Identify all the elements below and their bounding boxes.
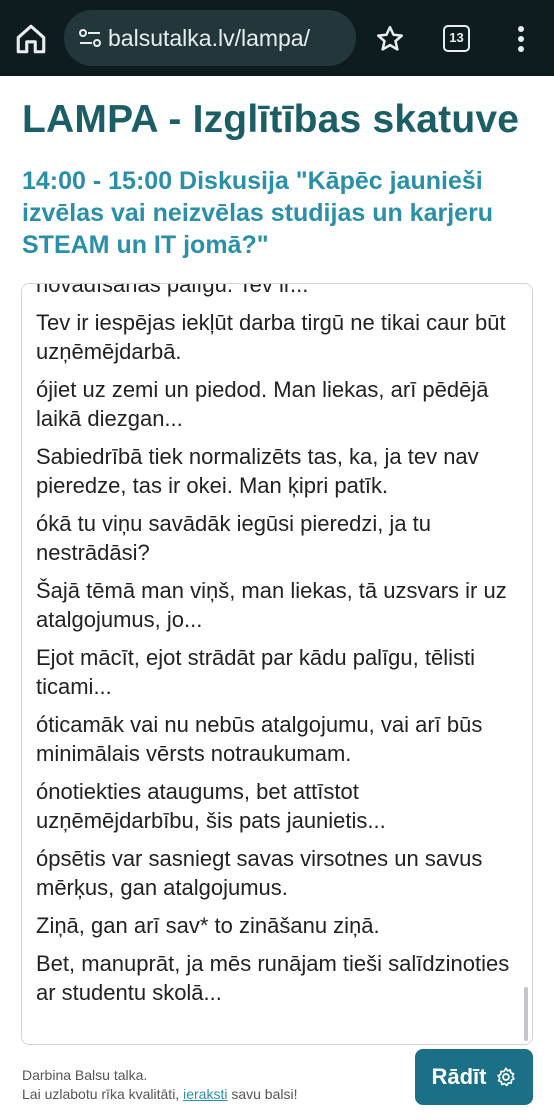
transcript-scrollbar[interactable] [524, 987, 528, 1041]
transcript-line: Tev ir iespējas iekļūt darba tirgū ne ti… [36, 310, 506, 364]
transcript-line: Sabiedrībā tiek normalizēts tas, ka, ja … [36, 444, 479, 498]
browser-toolbar: balsutalka.lv/lampa/ 13 [0, 0, 554, 76]
transcript-line: Ejot mācīt, ejot strādāt par kādu palīgu… [36, 645, 476, 699]
transcript-panel[interactable]: novadīšanas palīgu. Tev ir... Tev ir ies… [21, 283, 533, 1045]
transcript-line: Bet, manuprāt, ja mēs runājam tieši salī… [36, 951, 510, 1005]
transcript-lines: novadīšanas palīgu. Tev ir... Tev ir ies… [36, 283, 520, 1016]
transcript-line: novadīšanas palīgu. Tev ir... [36, 283, 309, 297]
tab-switcher-button[interactable]: 13 [443, 25, 470, 52]
show-button[interactable]: Rādīt [415, 1049, 533, 1105]
transcript-line: ójiet uz zemi un piedod. Man liekas, arī… [36, 377, 489, 431]
transcript-line: ópsētis var sasniegt savas virsotnes un … [36, 846, 483, 900]
footer-prefix: Lai uzlabotu rīka kvalitāti, [22, 1086, 184, 1102]
session-heading: 14:00 - 15:00 Diskusija "Kāpēc jaunieši … [22, 167, 494, 259]
home-icon[interactable] [14, 22, 48, 56]
url-text[interactable]: balsutalka.lv/lampa/ [108, 25, 310, 52]
bookmark-star-icon[interactable] [375, 24, 405, 54]
footer-suffix: savu balsi! [227, 1086, 298, 1102]
record-link[interactable]: ieraksti [183, 1086, 227, 1102]
footer-contribute: Lai uzlabotu rīka kvalitāti, ieraksti sa… [22, 1085, 298, 1104]
transcript-line: Ziņā, gan arī sav* to zināšanu ziņā. [36, 913, 380, 938]
more-menu-icon[interactable] [509, 22, 533, 56]
address-bar[interactable]: balsutalka.lv/lampa/ [64, 10, 356, 66]
site-settings-icon[interactable] [78, 27, 102, 49]
transcript-line: ónotiekties ataugums, bet attīstot uzņēm… [36, 779, 386, 833]
footer-powered-by: Darbina Balsu talka. [22, 1067, 148, 1083]
show-button-label: Rādīt [431, 1064, 487, 1089]
footer-note: Darbina Balsu talka. Lai uzlabotu rīka k… [22, 1066, 298, 1104]
transcript-line: Šajā tēmā man viņš, man liekas, tā uzsva… [36, 578, 507, 632]
transcript-line: ókā tu viņu savādāk iegūsi pieredzi, ja … [36, 511, 432, 565]
page-title: LAMPA - Izglītības skatuve [22, 98, 520, 141]
settings-gear-icon [496, 1067, 515, 1087]
transcript-line: óticamāk vai nu nebūs atalgojumu, vai ar… [36, 712, 483, 766]
